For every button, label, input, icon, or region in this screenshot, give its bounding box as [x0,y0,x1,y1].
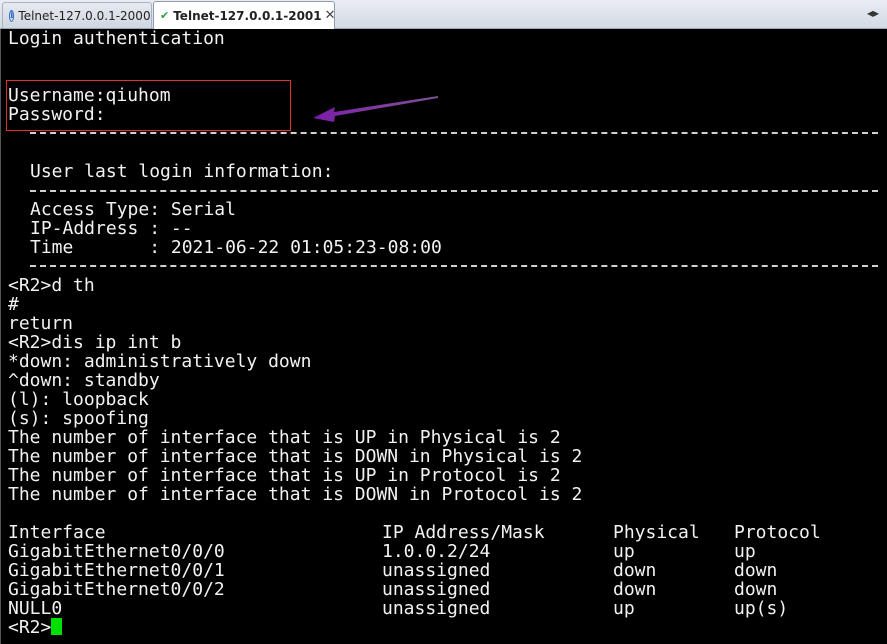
legend-line: ^down: standby [8,370,160,391]
tab-list-icon[interactable]: ◂▸ [867,6,879,20]
table-cell-physical: down [613,579,657,600]
legend-line: *down: administratively down [8,351,312,372]
close-icon[interactable]: ✕ [322,8,339,23]
legend-line: (s): spoofing [8,408,149,429]
table-cell-interface: NULL0 [8,598,63,619]
tab-label: Telnet-127.0.0.1-2001 [173,8,322,23]
prompt-text: <R2> [8,617,52,638]
table-header-interface: Interface [8,522,106,543]
tab-bar: i Telnet-127.0.0.1-2000 ✔ Telnet-127.0.0… [0,0,887,29]
info-icon: i [9,9,15,22]
legend-line: (l): loopback [8,389,149,410]
check-icon: ✔ [160,8,170,22]
table-cell-protocol: down [734,579,778,600]
time-line: Time : 2021-06-22 01:05:23-08:00 [30,237,442,258]
separator [30,132,878,134]
output-line: # [8,294,19,315]
table-cell-interface: GigabitEthernet0/0/1 [8,560,225,581]
access-type-line: Access Type: Serial [30,199,236,220]
table-cell-interface: GigabitEthernet0/0/0 [8,541,225,562]
command-line: <R2>d th [8,275,95,296]
table-cell-protocol: up [734,541,756,562]
table-cell-ip: 1.0.0.2/24 [382,541,491,562]
cursor [51,618,63,635]
prompt-line[interactable]: <R2> [8,617,63,638]
highlight-box [6,80,291,131]
summary-line: The number of interface that is UP in Ph… [8,427,561,448]
last-login-title: User last login information: [30,161,334,182]
output-line: return [8,313,74,334]
table-cell-ip: unassigned [382,560,491,581]
tab-label: Telnet-127.0.0.1-2000 [18,8,151,23]
summary-line: The number of interface that is DOWN in … [8,446,583,467]
table-cell-physical: up [613,541,635,562]
table-header-protocol: Protocol [734,522,821,543]
table-cell-protocol: down [734,560,778,581]
table-cell-protocol: up(s) [734,598,789,619]
arrow-annotation [313,96,438,122]
login-auth-text: Login authentication [8,29,225,49]
table-header-ip: IP Address/Mask [382,522,545,543]
table-cell-ip: unassigned [382,598,491,619]
command-line: <R2>dis ip int b [8,332,182,353]
table-header-physical: Physical [613,522,700,543]
separator [30,265,878,267]
table-cell-interface: GigabitEthernet0/0/2 [8,579,225,600]
terminal-window[interactable]: Login authentication Username:qiuhom Pas… [0,29,887,644]
tab-telnet-2000[interactable]: i Telnet-127.0.0.1-2000 [2,2,152,28]
table-cell-ip: unassigned [382,579,491,600]
table-cell-physical: up [613,598,635,619]
ip-address-line: IP-Address : -- [30,218,193,239]
separator [30,190,878,192]
summary-line: The number of interface that is DOWN in … [8,484,583,505]
table-cell-physical: down [613,560,657,581]
summary-line: The number of interface that is UP in Pr… [8,465,561,486]
tab-telnet-2001[interactable]: ✔ Telnet-127.0.0.1-2001 ✕ [153,1,336,29]
